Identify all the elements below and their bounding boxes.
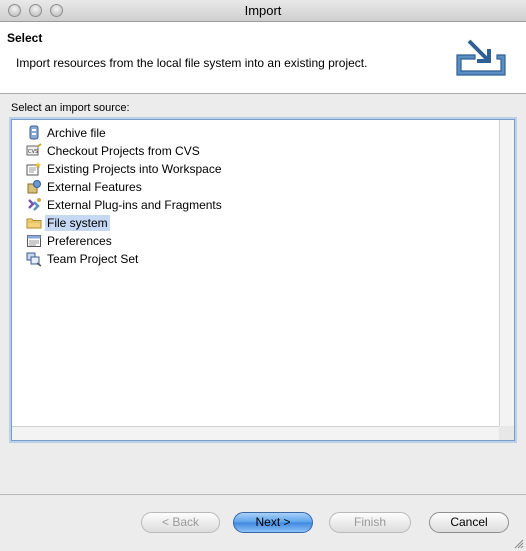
list-item-label: External Plug-ins and Fragments	[47, 197, 222, 212]
list-item-external-features[interactable]: External Features	[26, 178, 144, 195]
list-item-archive-file[interactable]: Archive file	[26, 124, 108, 141]
list-item-checkout-cvs[interactable]: CVS Checkout Projects from CVS	[26, 142, 202, 159]
resize-grip-icon[interactable]	[512, 537, 524, 549]
import-source-tree[interactable]: Archive file CVS Checkout Projects from …	[11, 119, 515, 441]
horizontal-scrollbar[interactable]	[12, 426, 499, 440]
cancel-button[interactable]: Cancel	[429, 512, 509, 533]
list-item-label: File system	[45, 214, 110, 231]
cvs-icon: CVS	[26, 142, 42, 159]
window-title: Import	[244, 3, 282, 18]
scroll-corner	[499, 426, 514, 440]
list-item-label: Checkout Projects from CVS	[47, 143, 200, 158]
finish-button[interactable]: Finish	[329, 512, 411, 533]
list-item-file-system[interactable]: File system	[26, 214, 110, 231]
features-icon	[26, 179, 42, 195]
svg-text:CVS: CVS	[28, 149, 38, 155]
wizard-header: Select Import resources from the local f…	[0, 22, 526, 94]
button-bar-divider	[0, 494, 526, 495]
list-item-label: Existing Projects into Workspace	[47, 161, 222, 176]
next-button[interactable]: Next >	[233, 512, 313, 533]
page-description: Import resources from the local file sys…	[16, 56, 368, 70]
list-item-team-project-set[interactable]: Team Project Set	[26, 250, 140, 267]
list-item-label: External Features	[47, 179, 142, 194]
back-button[interactable]: < Back	[141, 512, 220, 533]
list-item-label: Preferences	[47, 233, 112, 248]
list-item-external-plugins[interactable]: External Plug-ins and Fragments	[26, 196, 224, 213]
projects-icon	[26, 161, 42, 177]
plugin-icon	[26, 197, 42, 213]
team-icon	[26, 251, 42, 267]
preferences-icon	[26, 233, 42, 249]
import-source-label: Select an import source:	[11, 102, 130, 114]
list-item-label: Team Project Set	[47, 251, 139, 266]
import-tray-icon	[456, 39, 506, 76]
archive-icon	[26, 125, 42, 141]
list-item-preferences[interactable]: Preferences	[26, 232, 114, 249]
page-title: Select	[7, 31, 43, 45]
list-item-existing-projects[interactable]: Existing Projects into Workspace	[26, 160, 224, 177]
title-bar: Import	[0, 0, 526, 22]
list-item-label: Archive file	[47, 125, 106, 140]
vertical-scrollbar[interactable]	[499, 120, 514, 426]
folder-icon	[26, 215, 42, 231]
